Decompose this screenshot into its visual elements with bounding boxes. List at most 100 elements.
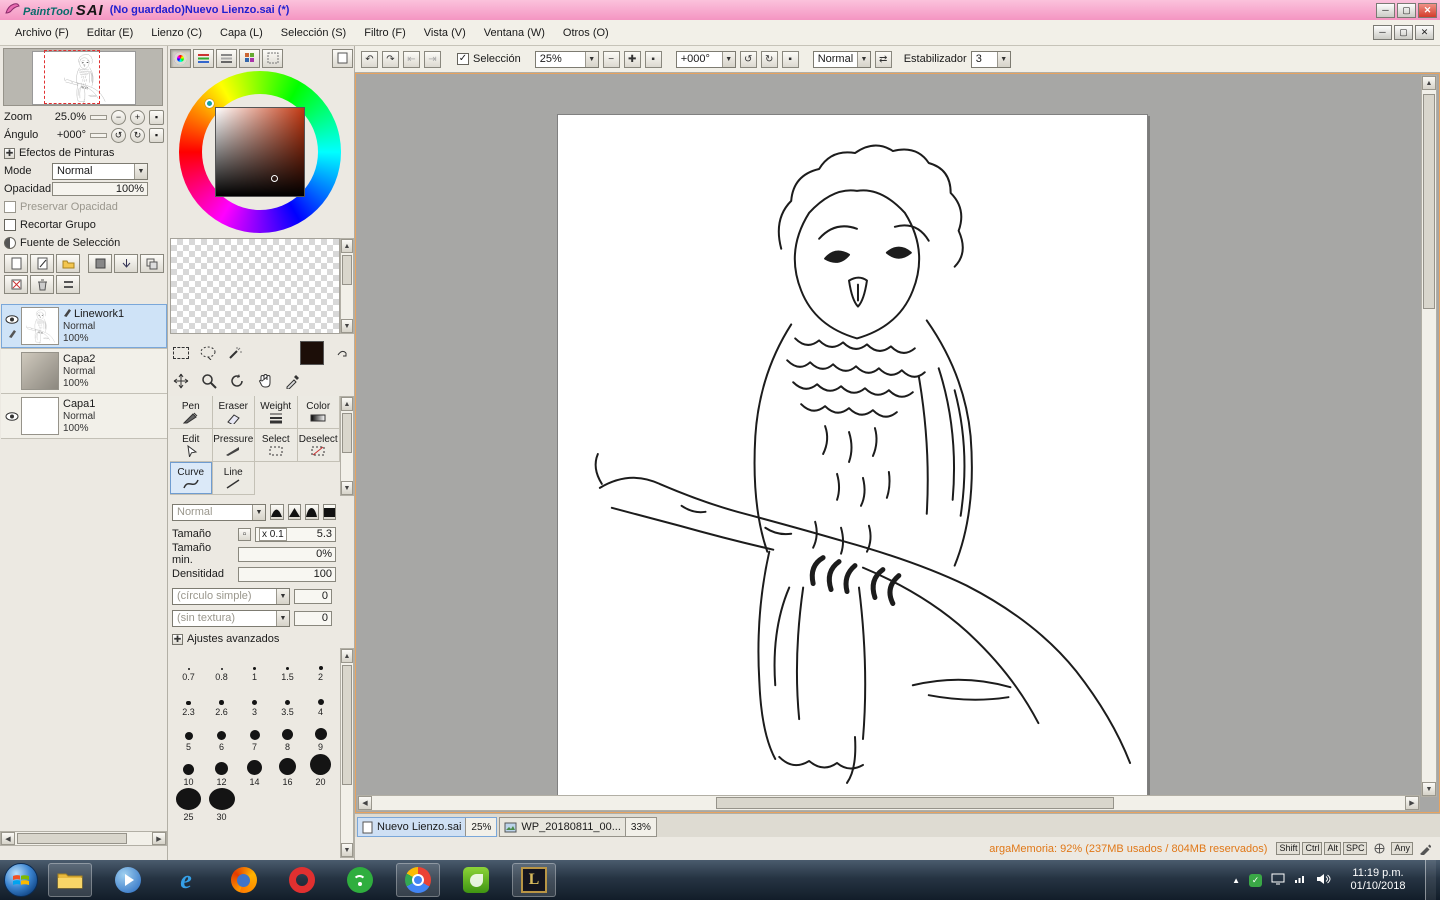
delete-layer-button[interactable] [30,275,54,294]
scroll-right-icon[interactable]: ▶ [152,832,166,845]
left-panel-hscrollbar[interactable]: ◀ ▶ [0,831,167,846]
flip-horizontal-button[interactable]: ⇄ [874,50,892,68]
scroll-left-icon[interactable]: ◀ [358,796,372,810]
size-multiplier[interactable]: x 0.1 [259,527,287,541]
menu-item[interactable]: Capa (L) [211,24,272,42]
brush-size-14[interactable]: 14 [238,753,271,788]
brush-size-0.8[interactable]: 0.8 [205,648,238,683]
brush-shape-select[interactable]: (círculo simple) ▼ [172,587,290,605]
rotate-cw-button[interactable]: ↻ [130,127,145,143]
brush-grid-scrollbar[interactable]: ▲ ▼ [340,648,354,858]
taskbar-icon-opera[interactable] [280,863,324,897]
rotate-cw-button[interactable]: ↻ [760,50,778,68]
tool-edit[interactable]: Edit [170,429,213,462]
size-unit-button[interactable]: ▫ [238,527,251,541]
rotate-ccw-button[interactable]: ↺ [111,127,126,143]
navigator[interactable] [3,48,163,106]
zoom-reset-button[interactable]: ▪ [149,109,164,125]
mdi-minimize-button[interactable]: ─ [1373,25,1392,40]
taskbar-icon-media-player[interactable] [106,863,150,897]
scroll-thumb[interactable] [342,665,352,785]
angle-select[interactable]: +000° ▼ [675,50,736,68]
scroll-down-icon[interactable]: ▼ [341,843,353,857]
antivirus-tray-icon[interactable]: ✓ [1249,873,1262,887]
chevron-down-icon[interactable]: ▼ [996,51,1010,67]
new-layer-button[interactable] [4,254,28,273]
tool-pressure[interactable]: Pressure [212,429,255,462]
scroll-down-icon[interactable]: ▼ [341,481,353,495]
paint-effects-header[interactable]: ✚ Efectos de Pinturas [0,144,168,162]
zoom-out-button[interactable]: − [111,109,126,125]
move-tool[interactable] [172,373,190,389]
scroll-up-icon[interactable]: ▲ [341,239,353,253]
saturation-value-square[interactable] [215,107,305,197]
layer-misc-button[interactable] [56,275,80,294]
layer-panel-options-button[interactable] [88,254,112,273]
magic-wand-tool[interactable] [226,345,244,361]
angle-slider[interactable] [90,132,107,138]
brush-size-10[interactable]: 10 [172,753,205,788]
chevron-down-icon[interactable]: ▼ [584,51,598,67]
brush-size-2[interactable]: 2 [304,648,337,683]
scratchpad-tab[interactable] [332,48,353,68]
undo-button[interactable]: ↶ [361,50,378,68]
document-tab[interactable]: WP_20180811_00... 33% [499,817,657,837]
brush-edge-soft-button[interactable] [270,504,284,520]
scroll-down-icon[interactable]: ▼ [341,319,353,333]
brush-blend-mode-select[interactable]: Normal ▼ [172,503,266,521]
tool-color[interactable]: Color [297,396,340,429]
brush-texture-strength[interactable]: 0 [294,610,332,626]
scroll-right-icon[interactable]: ▶ [1405,796,1419,810]
brush-size-4[interactable]: 4 [304,683,337,718]
layer-item[interactable]: Linework1 Normal 100% [1,304,167,349]
canvas-page[interactable] [557,114,1148,798]
chevron-down-icon[interactable]: ▼ [276,610,289,626]
layer-item[interactable]: Capa2 Normal 100% [1,349,167,394]
display-tray-icon[interactable] [1271,873,1285,888]
tool-line[interactable]: Line [212,462,255,495]
scratchpad-scrollbar[interactable]: ▲ ▼ [340,238,354,334]
selection-checkbox[interactable]: ✓ [457,53,469,65]
menu-item[interactable]: Filtro (F) [355,24,415,42]
taskbar-clock[interactable]: 11:19 p.m. 01/10/2018 [1340,867,1416,893]
layer-visibility-eye-icon[interactable] [5,314,19,324]
navigator-viewport[interactable] [44,50,100,104]
swatches-tab[interactable] [239,48,260,68]
brush-size-12[interactable]: 12 [205,753,238,788]
scroll-thumb[interactable] [716,797,1114,809]
preserve-opacity-checkbox[interactable] [4,201,16,213]
canvas-hscrollbar[interactable]: ◀ ▶ [357,795,1420,811]
volume-tray-icon[interactable] [1316,873,1331,888]
scroll-left-icon[interactable]: ◀ [1,832,15,845]
taskbar-icon-chrome[interactable] [396,863,440,897]
document-tab[interactable]: Nuevo Lienzo.sai 25% [357,817,498,837]
brush-size-25[interactable]: 25 [172,788,205,823]
scroll-thumb[interactable] [342,255,352,285]
brush-size-0.7[interactable]: 0.7 [172,648,205,683]
taskbar-icon-internet-explorer[interactable]: e [164,863,208,897]
rect-select-tool[interactable] [172,345,190,361]
scroll-up-icon[interactable]: ▲ [1422,76,1436,90]
brush-size-6[interactable]: 6 [205,718,238,753]
taskbar-icon-firefox[interactable] [222,863,266,897]
min-size-slider[interactable]: 0% [238,546,336,562]
brush-size-20[interactable]: 20 [304,753,337,788]
rgb-sliders-tab[interactable] [193,48,214,68]
brush-edge-medium-button[interactable] [287,504,301,520]
menu-item[interactable]: Archivo (F) [6,24,78,42]
layer-item[interactable]: Capa1 Normal 100% [1,394,167,439]
tool-curve[interactable]: Curve [170,462,213,495]
chevron-down-icon[interactable]: ▼ [857,51,870,67]
tool-grid-scrollbar[interactable]: ▲ ▼ [340,396,354,496]
brush-size-3.5[interactable]: 3.5 [271,683,304,718]
sv-marker[interactable] [270,174,278,182]
tool-eraser[interactable]: Eraser [212,396,255,429]
eyedropper-tool[interactable] [284,373,302,389]
brush-size-1[interactable]: 1 [238,648,271,683]
menu-item[interactable]: Selección (S) [272,24,355,42]
menu-item[interactable]: Ventana (W) [475,24,554,42]
canvas-area[interactable]: ▲ ▼ ◀ ▶ [355,73,1440,813]
scroll-thumb[interactable] [17,833,127,844]
brush-size-5[interactable]: 5 [172,718,205,753]
hsv-sliders-tab[interactable] [216,48,237,68]
